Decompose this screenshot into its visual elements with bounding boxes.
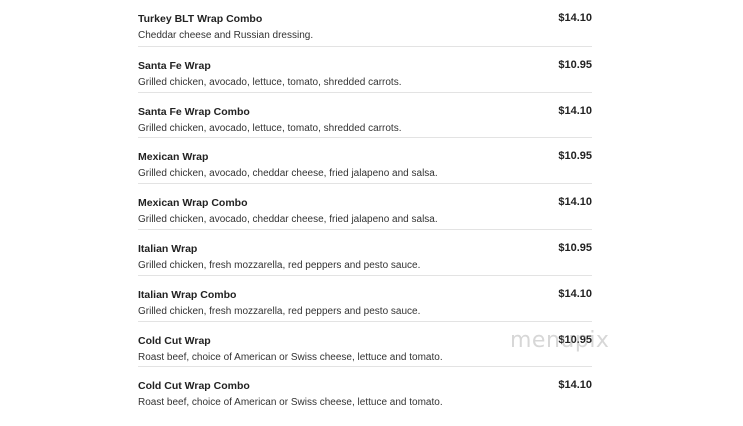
item-name: Santa Fe Wrap Combo — [138, 105, 250, 118]
item-price: $10.95 — [558, 333, 592, 346]
item-price: $10.95 — [558, 58, 592, 71]
item-name: Mexican Wrap Combo — [138, 197, 248, 210]
item-description: Grilled chicken, avocado, lettuce, tomat… — [138, 122, 402, 134]
menu-item: Santa Fe Wrap $10.95 Grilled chicken, av… — [138, 45, 592, 92]
item-name: Italian Wrap — [138, 242, 198, 255]
item-price: $14.10 — [558, 196, 592, 209]
item-price: $14.10 — [558, 287, 592, 300]
item-price: $14.10 — [558, 104, 592, 117]
item-name: Santa Fe Wrap — [138, 59, 211, 72]
item-description: Grilled chicken, avocado, cheddar cheese… — [138, 214, 438, 226]
item-description: Grilled chicken, fresh mozzarella, red p… — [138, 305, 421, 317]
menu-item: Mexican Wrap $10.95 Grilled chicken, avo… — [138, 137, 592, 183]
item-name: Mexican Wrap — [138, 151, 209, 164]
menu-item: Mexican Wrap Combo $14.10 Grilled chicke… — [138, 183, 592, 229]
item-description: Roast beef, choice of American or Swiss … — [138, 351, 443, 363]
item-price: $10.95 — [558, 241, 592, 254]
menu-item: Italian Wrap Combo $14.10 Grilled chicke… — [138, 274, 592, 321]
menu-item: Turkey BLT Wrap Combo $14.10 Cheddar che… — [138, 0, 592, 46]
item-description: Grilled chicken, avocado, cheddar cheese… — [138, 168, 438, 180]
item-name: Cold Cut Wrap Combo — [138, 380, 250, 393]
menu-item: Italian Wrap $10.95 Grilled chicken, fre… — [138, 228, 592, 275]
item-price: $14.10 — [558, 379, 592, 392]
item-description: Roast beef, choice of American or Swiss … — [138, 397, 443, 409]
item-description: Cheddar cheese and Russian dressing. — [138, 30, 314, 41]
menu-item: Cold Cut Wrap Combo $14.10 Roast beef, c… — [138, 366, 592, 412]
item-name: Italian Wrap Combo — [138, 288, 237, 301]
item-name: Cold Cut Wrap — [138, 334, 211, 347]
menu-item: Santa Fe Wrap Combo $14.10 Grilled chick… — [138, 91, 592, 138]
item-price: $10.95 — [558, 150, 592, 163]
menu-item: Cold Cut Wrap $10.95 Roast beef, choice … — [138, 320, 592, 367]
item-description: Grilled chicken, fresh mozzarella, red p… — [138, 259, 421, 271]
item-price: $14.10 — [558, 12, 592, 24]
item-name: Turkey BLT Wrap Combo — [138, 13, 263, 25]
menu-list: Turkey BLT Wrap Combo $14.10 Cheddar che… — [138, 0, 592, 412]
item-description: Grilled chicken, avocado, lettuce, tomat… — [138, 76, 402, 88]
